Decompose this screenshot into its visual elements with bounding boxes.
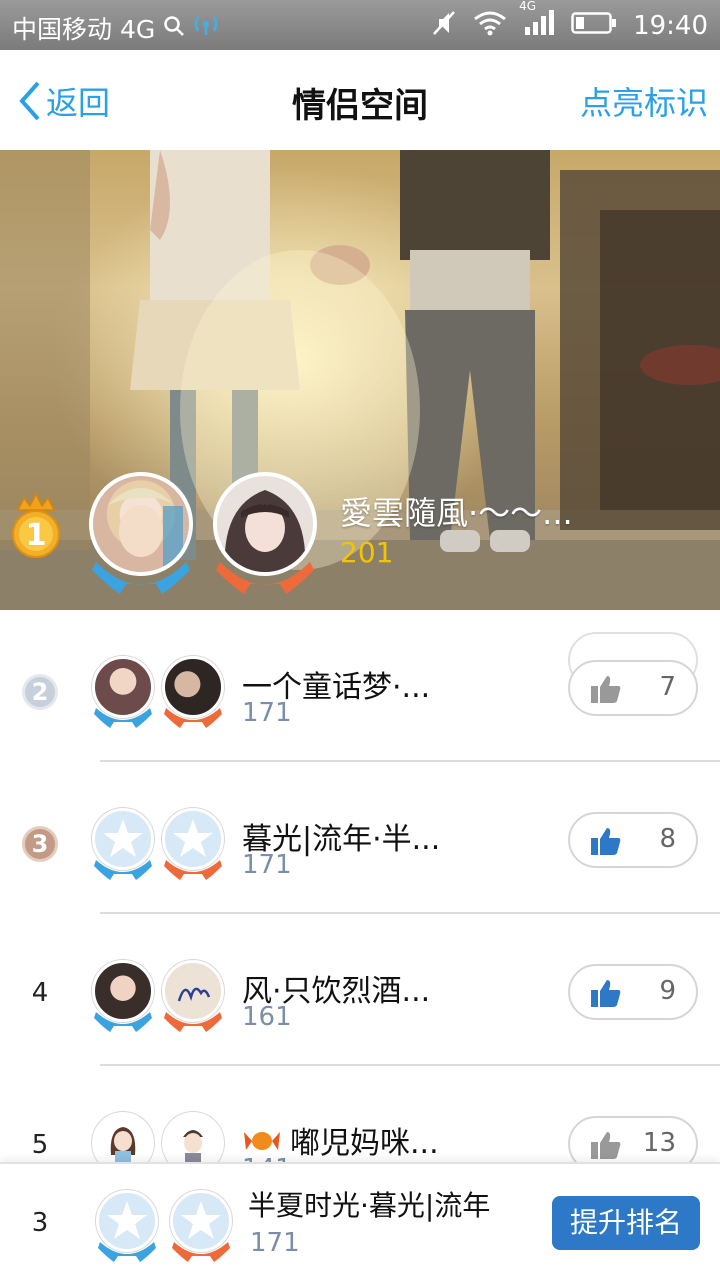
back-label: 返回: [46, 84, 111, 122]
rank-badge-silver: 2: [22, 674, 58, 710]
avatar: [213, 472, 317, 576]
my-ranking-bar: 3 半夏时光·暮光|流年 171 提升排名: [0, 1162, 720, 1280]
blue-ribbon: [94, 1012, 152, 1032]
ranking-list: 2 一个童话梦·... 171 7 3 暮光|流年·半... 171 8 4 风…: [0, 610, 720, 1165]
list-item[interactable]: 4 风·只饮烈酒... 161 9: [0, 914, 720, 1066]
chevron-left-icon: [19, 81, 40, 121]
hotspot-icon: [193, 13, 219, 43]
light-up-badge-button[interactable]: 点亮标识: [580, 78, 708, 124]
rank-badge-bronze: 3: [22, 826, 58, 862]
like-count: 13: [642, 1128, 676, 1158]
rank-number: 2: [31, 678, 49, 706]
blue-ribbon: [94, 708, 152, 728]
signal-icon: 4G: [519, 0, 555, 43]
my-rank-number: 3: [31, 1208, 49, 1238]
status-bar: 中国移动 4G 4G 19:40: [0, 0, 720, 50]
couple-space-screen: 中国移动 4G 4G 19:40 返回 情侣空间 点亮标识 1 愛雲隨風·～～.…: [0, 0, 720, 1280]
orange-ribbon: [164, 1012, 222, 1032]
carrier-label: 中国移动 4G: [12, 15, 156, 44]
status-right: 4G 19:40: [431, 0, 708, 43]
orange-ribbon: [164, 708, 222, 728]
nav-bar: 返回 情侣空间 点亮标识: [0, 50, 720, 150]
like-count: 8: [659, 824, 676, 854]
clock: 19:40: [633, 11, 708, 41]
blue-ribbon: [98, 1242, 156, 1262]
rank-number: 4: [31, 978, 49, 1008]
like-button[interactable]: 7: [568, 660, 698, 716]
list-item[interactable]: 5 嘟児妈咪... 141 13: [0, 1066, 720, 1165]
couple-score: 171: [242, 850, 292, 880]
avatar: [92, 1112, 154, 1165]
orange-ribbon: [172, 1242, 230, 1262]
promote-rank-button[interactable]: 提升排名: [552, 1196, 700, 1250]
first-place-crown-icon: 1: [12, 492, 60, 558]
network-type-label: 4G: [519, 0, 536, 13]
couple-score: 171: [242, 698, 292, 728]
top-couple-score: 201: [340, 536, 394, 569]
search-icon: [163, 14, 185, 43]
rank-number: 3: [31, 830, 49, 858]
list-item[interactable]: 2 一个童话梦·... 171 7: [0, 610, 720, 762]
couple-name-text: 嘟児妈咪...: [290, 1126, 439, 1161]
like-button[interactable]: 8: [568, 812, 698, 868]
avatar: [162, 1112, 224, 1165]
thumbs-up-icon: [591, 828, 621, 855]
thumbs-up-icon: [591, 1132, 621, 1159]
wifi-icon: [473, 10, 507, 42]
thumbs-up-icon: [591, 980, 621, 1007]
couple-score: 161: [242, 1002, 292, 1032]
top-couple-name: 愛雲隨風·～～...: [340, 494, 573, 532]
orange-ribbon: [164, 860, 222, 880]
battery-icon: [571, 11, 617, 41]
hero-rank-number: 1: [26, 518, 47, 553]
hero-avatar-2-wrap[interactable]: [210, 472, 320, 602]
status-left: 中国移动 4G: [12, 10, 219, 46]
thumbs-up-icon: [591, 676, 621, 703]
like-button[interactable]: 13: [568, 1116, 698, 1165]
like-count: 7: [659, 672, 676, 702]
mute-icon: [431, 9, 457, 43]
like-button[interactable]: 9: [568, 964, 698, 1020]
like-count: 9: [659, 976, 676, 1006]
my-couple-name: 半夏时光·暮光|流年: [248, 1189, 491, 1222]
back-button[interactable]: 返回: [16, 78, 110, 124]
hero-avatar-1-wrap[interactable]: [86, 472, 196, 602]
blue-ribbon: [94, 860, 152, 880]
avatar: [89, 472, 193, 576]
rank-number: 5: [31, 1130, 49, 1160]
list-item[interactable]: 3 暮光|流年·半... 171 8: [0, 762, 720, 914]
my-couple-score: 171: [250, 1228, 300, 1258]
